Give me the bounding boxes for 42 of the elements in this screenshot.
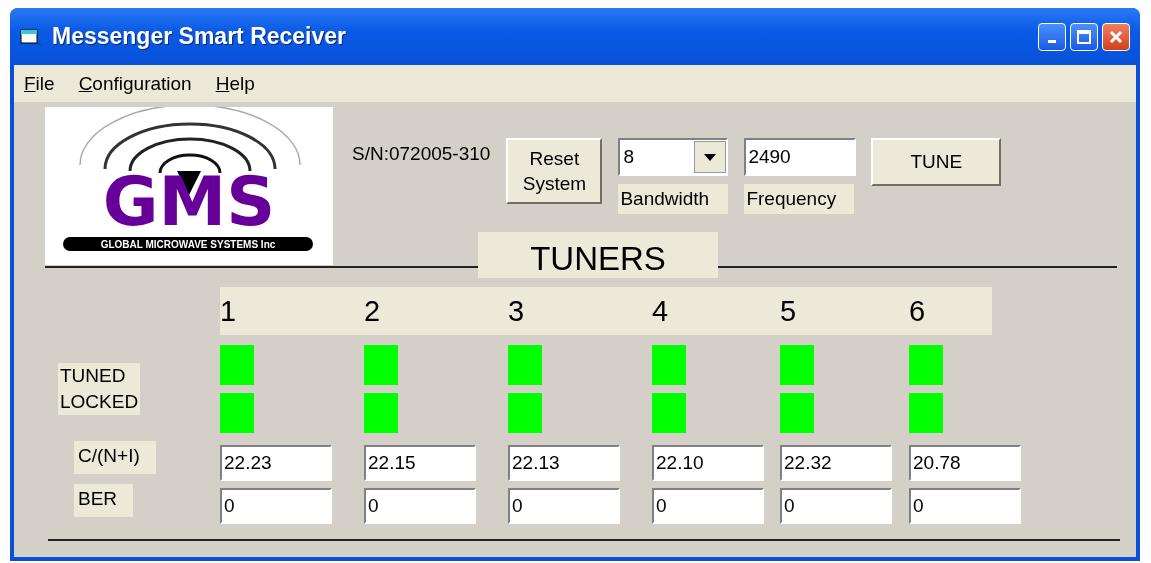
ber-field[interactable]: 0 <box>508 487 620 524</box>
cni-field[interactable]: 22.13 <box>508 444 620 481</box>
tuner-number: 1 <box>220 294 237 328</box>
cni-field[interactable]: 22.23 <box>220 444 332 481</box>
menu-item[interactable]: Help <box>215 72 255 95</box>
ber-field[interactable]: 0 <box>909 487 1021 524</box>
cni-field[interactable]: 22.15 <box>364 444 476 481</box>
ber-field[interactable]: 0 <box>780 487 892 524</box>
window-title: Messenger Smart Receiver <box>52 23 348 50</box>
tuner-number: 6 <box>909 294 926 328</box>
close-button[interactable] <box>1102 22 1130 51</box>
tuner-number: 2 <box>364 294 381 328</box>
frequency-field[interactable]: 2490 <box>744 138 857 176</box>
menu-item[interactable]: Configuration <box>78 72 192 95</box>
bandwidth-dropdown[interactable]: 8 <box>618 138 729 176</box>
ber-field[interactable]: 0 <box>364 487 476 524</box>
maximize-button[interactable] <box>1070 22 1098 51</box>
ber-field[interactable]: 0 <box>220 487 332 524</box>
tuner-number: 5 <box>780 294 797 328</box>
close-icon <box>1108 28 1124 45</box>
tuner-number: 3 <box>508 294 525 328</box>
cni-field[interactable]: 22.32 <box>780 444 892 481</box>
menu-item[interactable]: File <box>24 72 55 95</box>
cni-field[interactable]: 22.10 <box>652 444 764 481</box>
reset-system-button[interactable]: Reset System <box>506 138 603 204</box>
ber-field[interactable]: 0 <box>652 487 764 524</box>
section-title: TUNERS <box>478 232 718 278</box>
serial-number: S/N:072005-310 <box>352 143 491 165</box>
logo-tagline: GLOBAL MICROWAVE SYSTEMS Inc <box>63 237 313 251</box>
maximize-icon <box>1076 28 1092 45</box>
bandwidth-label: Bandwidth <box>618 184 729 214</box>
minimize-icon <box>1048 40 1056 43</box>
dropdown-arrow-icon <box>704 153 717 161</box>
tuner-number: 4 <box>652 294 669 328</box>
cni-label: C/(N+I) <box>74 441 156 474</box>
app-window-icon <box>20 27 42 46</box>
cni-field[interactable]: 20.78 <box>909 444 1021 481</box>
frequency-label: Frequency <box>744 184 855 214</box>
minimize-button[interactable] <box>1038 22 1066 51</box>
ber-label: BER <box>74 484 134 517</box>
tune-button[interactable]: TUNE <box>871 138 1002 186</box>
status-labels: TUNED LOCKED <box>58 363 141 415</box>
